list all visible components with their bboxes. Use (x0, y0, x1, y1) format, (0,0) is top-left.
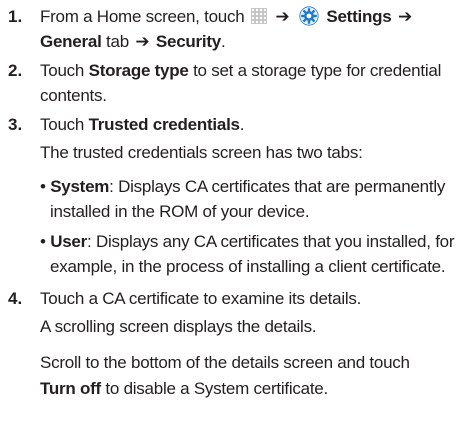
step-number: 4. (8, 289, 23, 308)
step-3-description: The trusted credentials screen has two t… (40, 140, 363, 165)
step-4-text: Scroll to the bottom of the details scre… (40, 353, 410, 372)
step-number: 2. (8, 61, 23, 80)
step-4-text: A scrolling screen displays the details. (40, 317, 317, 336)
step-number: 3. (8, 115, 23, 134)
step-4-text: Touch a CA certificate to examine its de… (40, 289, 362, 308)
step-4-line-2: A scrolling screen displays the details. (40, 314, 317, 339)
instruction-page: 1. From a Home screen, touch ➔ Settings … (0, 0, 474, 442)
bullet-user: • User: Displays any CA certificates tha… (40, 229, 455, 254)
storage-type-label: Storage type (88, 61, 189, 80)
period: . (221, 32, 226, 51)
bullet-text: : Displays CA certificates that are perm… (109, 177, 446, 196)
turn-off-label: Turn off (40, 379, 101, 398)
security-label: Security (155, 32, 221, 51)
bullet-dot: • (40, 232, 51, 251)
arrow-icon: ➔ (397, 7, 412, 26)
bullet-text: example, in the process of installing a … (50, 257, 446, 276)
step-1-prefix: From a Home screen, touch (40, 7, 245, 26)
apps-grid-icon (251, 6, 267, 24)
step-4-line-1: Touch a CA certificate to examine its de… (40, 286, 361, 311)
bullet-text: : Displays any CA certificates that you … (87, 232, 455, 251)
bullet-term: System (50, 177, 110, 196)
step-number: 1. (8, 7, 23, 26)
step-1-line-1: From a Home screen, touch ➔ Settings ➔ (40, 4, 414, 29)
step-4-line-3: Scroll to the bottom of the details scre… (40, 350, 410, 375)
step-2-suffix: to set a storage type for credential (193, 61, 442, 80)
step-2-line-1: Touch Storage type to set a storage type… (40, 58, 441, 83)
bullet-system: • System: Displays CA certificates that … (40, 174, 445, 199)
bullet-term: User (50, 232, 87, 251)
tab-word: tab (106, 32, 129, 51)
step-4-text: to disable a System certificate. (105, 379, 328, 398)
touch-word: Touch (40, 115, 85, 134)
step-2-continuation: contents. (40, 86, 107, 105)
settings-label: Settings (326, 7, 392, 26)
trusted-credentials-label: Trusted credentials (88, 115, 240, 134)
arrow-icon: ➔ (135, 32, 150, 51)
settings-gear-icon (299, 6, 319, 26)
step-1-line-2: General tab ➔ Security. (40, 29, 226, 54)
step-3-line-1: Touch Trusted credentials. (40, 112, 245, 137)
step-4-line-4: Turn off to disable a System certificate… (40, 376, 328, 401)
bullet-dot: • (40, 177, 51, 196)
touch-word: Touch (40, 61, 85, 80)
step-2-line-2: contents. (40, 83, 107, 108)
step-3-desc-text: The trusted credentials screen has two t… (40, 143, 363, 162)
bullet-text: installed in the ROM of your device. (50, 202, 310, 221)
general-tab-label: General (40, 32, 102, 51)
bullet-system-line-2: installed in the ROM of your device. (50, 199, 310, 224)
period: . (239, 115, 245, 134)
arrow-icon: ➔ (275, 7, 290, 26)
bullet-user-line-2: example, in the process of installing a … (50, 254, 446, 279)
